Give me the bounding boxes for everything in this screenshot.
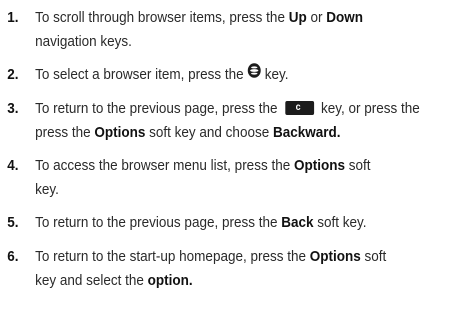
clear-key-icon: c [284, 101, 314, 116]
step-number: 6. [7, 248, 19, 265]
step-number: 2. [7, 66, 19, 83]
step-text: To return to the previous page, press th… [35, 100, 420, 141]
options-key-label: Options [309, 248, 361, 265]
step-number: 3. [7, 100, 19, 117]
up-key-label: Up [288, 9, 307, 26]
down-key-label: Down [326, 9, 363, 26]
options-key-label: Options [293, 157, 345, 174]
back-key-label: Back [281, 214, 314, 231]
step-text: To return to the start-up homepage, pres… [35, 248, 387, 289]
step-text: To return to the previous page, press th… [35, 214, 367, 231]
step-number: 1. [7, 9, 19, 26]
step-text: To select a browser item, press the key. [35, 63, 458, 87]
step-text: To scroll through browser items, press t… [35, 9, 363, 50]
backward-label: Backward. [272, 124, 341, 141]
center-select-key-icon [247, 62, 261, 86]
step-text: To access the browser menu list, press t… [35, 157, 371, 198]
go-to-homepage-label: option. [147, 272, 193, 289]
options-key-label: Options [94, 124, 146, 141]
step-number: 4. [7, 157, 19, 174]
step-number: 5. [7, 214, 19, 231]
